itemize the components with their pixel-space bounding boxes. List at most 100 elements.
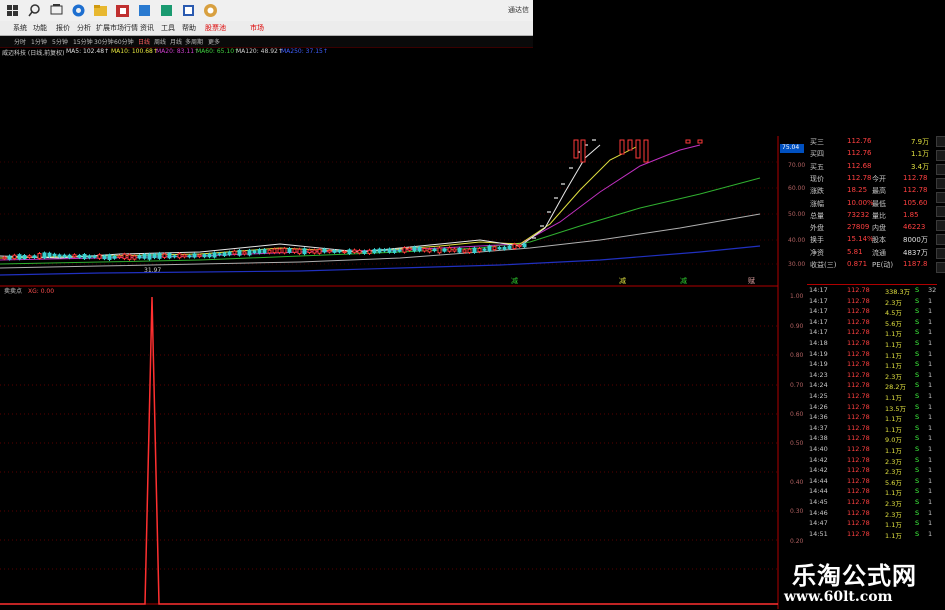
tick-price: 112.78 (847, 498, 870, 506)
quote-value: 73232 (847, 210, 870, 219)
candle (272, 248, 277, 254)
tick-price: 112.78 (847, 402, 870, 411)
quote-label-2: 流通 (872, 248, 886, 257)
quote-value: 112.76 (847, 149, 872, 158)
tick-direction: S (915, 487, 920, 496)
candle (222, 252, 227, 257)
candle (42, 252, 47, 259)
quote-volume: 1.1万 (911, 150, 930, 159)
tick-time: 14:26 (809, 402, 828, 411)
tick-volume: 1.1万 (885, 351, 902, 360)
quote-label-2: 最高 (872, 187, 886, 196)
tick-price: 112.78 (847, 434, 870, 443)
tick-direction: S (915, 529, 920, 538)
candle (517, 244, 522, 248)
tick-time: 14:19 (809, 360, 828, 369)
sidebar-button-2[interactable] (936, 150, 945, 161)
candle (432, 248, 437, 252)
candle (472, 247, 477, 253)
candle (197, 254, 202, 258)
quote-row: 收益(三) 0.871 PE(动) 1187.8 (807, 259, 945, 271)
indicator-value: XG: 0.00 (28, 288, 54, 295)
candle (67, 254, 72, 259)
candle (122, 253, 127, 260)
tick-direction: S (915, 455, 920, 464)
quote-label: 换手 (810, 236, 824, 245)
candle (257, 249, 262, 254)
candle (357, 249, 362, 254)
sidebar-button-10[interactable] (936, 262, 945, 273)
quote-row: 总量 73232 量比 1.85 (807, 210, 945, 222)
candle (307, 249, 312, 254)
sidebar-button-9[interactable] (936, 248, 945, 259)
tick-row: 14:23 112.78 2.3万 S 1 (807, 371, 945, 382)
tick-row: 14:19 112.78 1.1万 S 1 (807, 360, 945, 371)
candle (580, 139, 586, 163)
tick-time: 14:36 (809, 413, 828, 422)
sidebar-button-6[interactable] (936, 206, 945, 217)
sidebar-button-4[interactable] (936, 178, 945, 189)
candle (522, 243, 527, 248)
tick-direction: S (915, 360, 920, 369)
quote-row: 涨跌 18.25 最高 112.78 (807, 185, 945, 197)
event-marker-1: 减 (511, 276, 518, 285)
tick-price: 112.78 (847, 476, 870, 485)
candle (237, 249, 242, 256)
tick-volume: 1.1万 (885, 447, 902, 455)
candle (187, 255, 192, 258)
tick-volume: 2.3万 (885, 468, 902, 477)
sidebar-button-7[interactable] (936, 220, 945, 231)
candle (482, 248, 487, 251)
quote-label: 买四 (810, 150, 824, 159)
tick-time: 14:19 (809, 349, 828, 358)
tick-count: 1 (928, 317, 933, 326)
candle (112, 255, 117, 259)
candle (442, 248, 447, 252)
quote-label-2: 股本 (872, 236, 886, 245)
candle (477, 247, 482, 253)
tick-row: 14:40 112.78 1.1万 S 1 (807, 445, 945, 456)
tick-count: 1 (928, 296, 933, 305)
quote-value-2: 46223 (903, 223, 926, 232)
sidebar-button-3[interactable] (936, 164, 945, 175)
tick-count: 1 (928, 519, 933, 528)
candle (512, 243, 517, 250)
sidebar-button-1[interactable] (936, 136, 945, 147)
quote-label-2: 量比 (872, 211, 886, 220)
event-marker-3: 减 (680, 276, 687, 285)
low-price-marker: 31.97 (144, 267, 161, 274)
tick-row: 14:17 112.78 338.3万 S 32 (807, 286, 945, 297)
tick-time: 14:25 (809, 392, 828, 400)
tick-volume: 2.3万 (885, 298, 902, 307)
quote-value: 27809 (847, 223, 870, 232)
quote-value: 112.76 (847, 137, 872, 145)
tick-time: 14:44 (809, 487, 828, 496)
candle (92, 255, 97, 258)
tick-volume: 9.0万 (885, 436, 902, 445)
tick-count: 1 (928, 498, 933, 506)
candle (573, 139, 579, 159)
candle (132, 255, 137, 260)
candle (147, 253, 152, 260)
tick-row: 14:44 112.78 5.6万 S 1 (807, 477, 945, 488)
candle (72, 254, 77, 258)
candle (167, 253, 172, 259)
candle (447, 247, 452, 252)
tick-time: 14:42 (809, 466, 828, 475)
tick-time: 14:37 (809, 423, 828, 432)
tick-direction: S (915, 402, 920, 411)
candle (57, 254, 62, 258)
candle (635, 139, 641, 159)
sidebar-button-8[interactable] (936, 234, 945, 245)
candle (242, 251, 247, 255)
tick-volume: 1.1万 (885, 521, 902, 530)
tick-time: 14:42 (809, 455, 828, 464)
sidebar-button-5[interactable] (936, 192, 945, 203)
tick-row: 14:17 112.78 4.5万 S 1 (807, 307, 945, 318)
candle (207, 253, 212, 258)
tick-volume: 1.1万 (885, 341, 902, 349)
candle (17, 254, 22, 260)
tick-direction: S (915, 434, 920, 443)
tick-row: 14:18 112.78 1.1万 S 1 (807, 339, 945, 350)
candle (402, 247, 407, 253)
